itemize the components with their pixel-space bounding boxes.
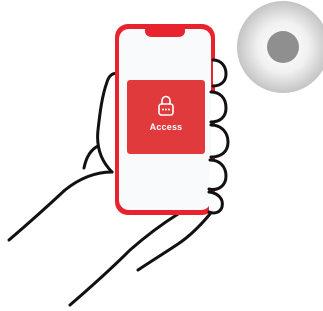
nfc-reader-icon (237, 1, 323, 93)
hand-back-outline (82, 71, 120, 174)
access-button[interactable]: Access (127, 80, 205, 154)
lock-icon (158, 95, 174, 116)
access-label: Access (149, 122, 183, 132)
illustration (7, 1, 323, 307)
phone-notch (145, 29, 185, 37)
